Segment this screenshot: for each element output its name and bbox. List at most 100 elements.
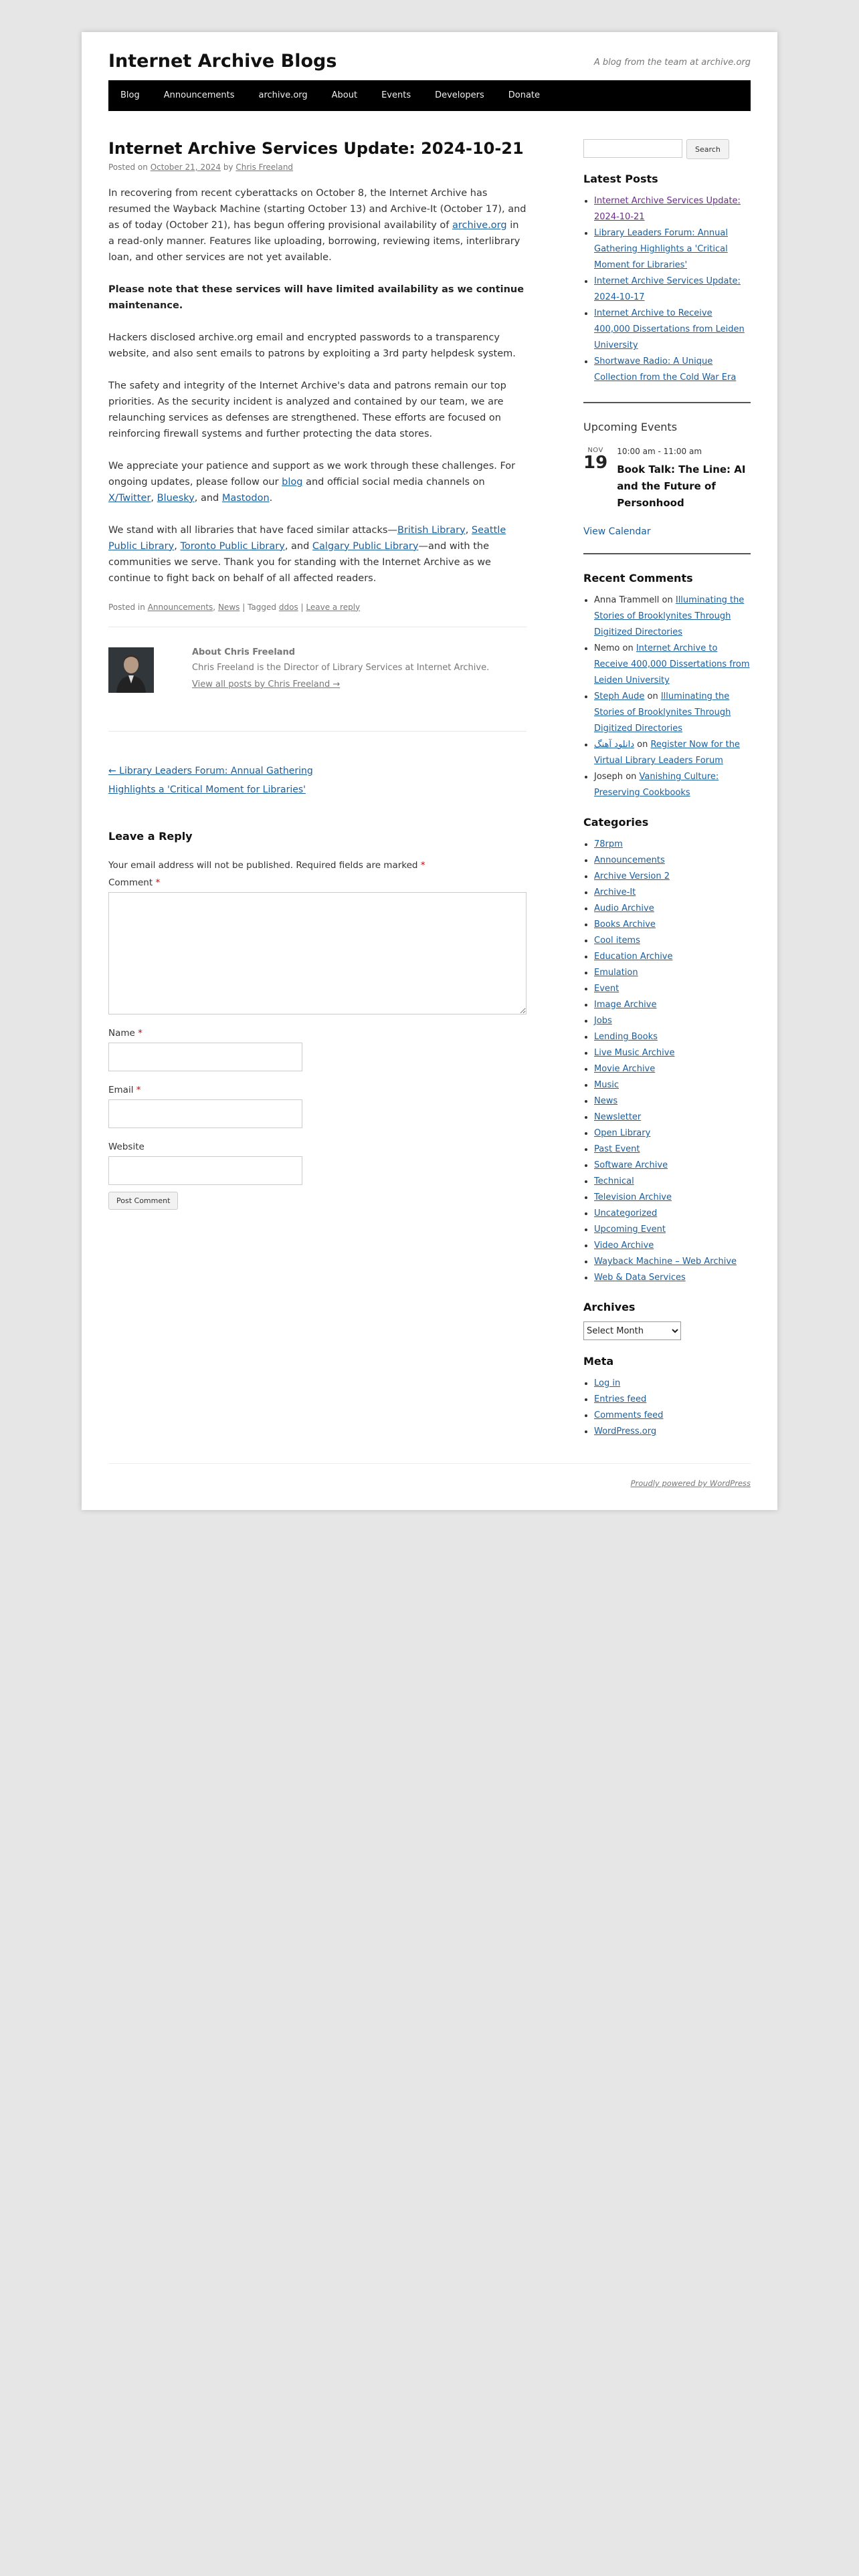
category-link[interactable]: Emulation — [594, 968, 638, 978]
archives-select[interactable]: Select Month — [583, 1321, 681, 1340]
meta-login-link[interactable]: Log in — [594, 1378, 620, 1388]
blog-link[interactable]: blog — [282, 477, 302, 488]
email-label: Email * — [108, 1084, 141, 1095]
event-date: NOV 19 — [583, 447, 607, 512]
meta-wordpress-link[interactable]: WordPress.org — [594, 1426, 656, 1436]
post-comment-button[interactable]: Post Comment — [108, 1191, 179, 1210]
post-navigation: ← Library Leaders Forum: Annual Gatherin… — [108, 762, 527, 799]
post-date-link[interactable]: October 21, 2024 — [151, 163, 221, 172]
nav-blog[interactable]: Blog — [108, 80, 152, 111]
website-input[interactable] — [108, 1156, 302, 1185]
leave-reply-link[interactable]: Leave a reply — [306, 603, 360, 612]
previous-post-link-continued[interactable]: Highlights a 'Critical Moment for Librar… — [108, 780, 527, 799]
site-title[interactable]: Internet Archive Blogs — [108, 51, 337, 72]
category-link-announcements[interactable]: Announcements — [148, 603, 213, 612]
author-description: About Chris Freeland Chris Freeland is t… — [192, 647, 513, 689]
category-link[interactable]: Technical — [594, 1176, 634, 1186]
comment-textarea[interactable] — [108, 891, 527, 1014]
category-link[interactable]: Video Archive — [594, 1241, 654, 1251]
nav-donate[interactable]: Donate — [496, 80, 552, 111]
latest-post-link[interactable]: Library Leaders Forum: Annual Gathering … — [594, 228, 728, 270]
meta-entries-feed-link[interactable]: Entries feed — [594, 1394, 646, 1404]
latest-post-link[interactable]: Shortwave Radio: A Unique Collection fro… — [594, 356, 736, 383]
list-item: News — [594, 1093, 751, 1109]
nav-archive-org[interactable]: archive.org — [246, 80, 319, 111]
category-link[interactable]: Upcoming Event — [594, 1224, 666, 1235]
meta-comments-feed-link[interactable]: Comments feed — [594, 1410, 663, 1420]
paragraph-notice: Please note that these services will hav… — [108, 284, 524, 311]
comment-author-link[interactable]: دانلود آهنگ — [594, 740, 634, 750]
category-link[interactable]: Music — [594, 1080, 619, 1090]
category-link[interactable]: Archive Version 2 — [594, 871, 670, 881]
category-link[interactable]: Wayback Machine – Web Archive — [594, 1257, 737, 1267]
post-author-link[interactable]: Chris Freeland — [235, 163, 293, 172]
category-link[interactable]: Education Archive — [594, 952, 673, 962]
archive-org-link[interactable]: archive.org — [452, 220, 507, 231]
category-link[interactable]: Lending Books — [594, 1032, 658, 1042]
x-twitter-link[interactable]: X/Twitter — [108, 493, 151, 504]
category-link[interactable]: News — [594, 1096, 617, 1106]
list-item: Uncategorized — [594, 1206, 751, 1222]
archives-widget: Archives Select Month — [583, 1301, 751, 1340]
reply-form: Leave a Reply Your email address will no… — [108, 830, 527, 1210]
category-link[interactable]: Archive-It — [594, 887, 636, 897]
event-title[interactable]: Book Talk: The Line: AI and the Future o… — [617, 461, 751, 512]
search-button[interactable]: Search — [686, 139, 729, 159]
category-link[interactable]: Live Music Archive — [594, 1048, 674, 1058]
category-link[interactable]: Movie Archive — [594, 1064, 655, 1074]
latest-post-link[interactable]: Internet Archive Services Update: 2024-1… — [594, 276, 741, 302]
category-link[interactable]: Image Archive — [594, 1000, 657, 1010]
list-item: Cool items — [594, 933, 751, 949]
category-link[interactable]: Uncategorized — [594, 1208, 657, 1218]
name-input[interactable] — [108, 1042, 302, 1071]
category-link[interactable]: Audio Archive — [594, 903, 654, 914]
nav-announcements[interactable]: Announcements — [152, 80, 247, 111]
comment-author-link[interactable]: Steph Aude — [594, 691, 644, 702]
category-link[interactable]: Software Archive — [594, 1160, 668, 1170]
category-link[interactable]: Books Archive — [594, 920, 656, 930]
powered-by-link[interactable]: Proudly powered by WordPress — [631, 1479, 751, 1488]
list-item: Internet Archive Services Update: 2024-1… — [594, 193, 751, 225]
tag-link-ddos[interactable]: ddos — [279, 603, 298, 612]
list-item: Web & Data Services — [594, 1270, 751, 1286]
list-item: Nemo on Internet Archive to Receive 400,… — [594, 641, 751, 689]
main-nav: Blog Announcements archive.org About Eve… — [108, 80, 751, 111]
list-item: Music — [594, 1077, 751, 1093]
list-item: Steph Aude on Illuminating the Stories o… — [594, 689, 751, 737]
author-about-heading: About Chris Freeland — [192, 647, 296, 657]
category-link[interactable]: Past Event — [594, 1144, 640, 1154]
british-library-link[interactable]: British Library — [397, 525, 466, 536]
nav-events[interactable]: Events — [369, 80, 423, 111]
category-link[interactable]: Web & Data Services — [594, 1273, 686, 1283]
category-link[interactable]: Open Library — [594, 1128, 650, 1138]
list-item: Internet Archive Services Update: 2024-1… — [594, 274, 751, 306]
event-time: 10:00 am - 11:00 am — [617, 447, 702, 456]
nav-developers[interactable]: Developers — [423, 80, 496, 111]
category-link[interactable]: 78rpm — [594, 839, 623, 849]
toronto-library-link[interactable]: Toronto Public Library — [180, 541, 284, 552]
search-input[interactable] — [583, 139, 682, 158]
author-photo-icon — [108, 647, 154, 693]
category-link[interactable]: Cool items — [594, 936, 640, 946]
email-input[interactable] — [108, 1099, 302, 1128]
category-link[interactable]: Jobs — [594, 1016, 612, 1026]
paragraph-safety: The safety and integrity of the Internet… — [108, 380, 506, 439]
category-link[interactable]: Announcements — [594, 855, 665, 865]
latest-post-link[interactable]: Internet Archive Services Update: 2024-1… — [594, 196, 741, 222]
category-link[interactable]: Newsletter — [594, 1112, 641, 1122]
list-item: Movie Archive — [594, 1061, 751, 1077]
bluesky-link[interactable]: Bluesky — [157, 493, 195, 504]
list-item: Anna Trammell on Illuminating the Storie… — [594, 593, 751, 641]
view-all-posts-link[interactable]: View all posts by Chris Freeland → — [192, 679, 340, 689]
event-day: 19 — [583, 453, 608, 473]
category-link[interactable]: Event — [594, 984, 619, 994]
category-link[interactable]: Television Archive — [594, 1192, 672, 1202]
previous-post-link[interactable]: ← Library Leaders Forum: Annual Gatherin… — [108, 762, 527, 780]
view-calendar-link[interactable]: View Calendar — [583, 526, 751, 537]
latest-post-link[interactable]: Internet Archive to Receive 400,000 Diss… — [594, 308, 745, 350]
mastodon-link[interactable]: Mastodon — [222, 493, 270, 504]
category-link-news[interactable]: News — [218, 603, 240, 612]
calgary-library-link[interactable]: Calgary Public Library — [312, 541, 419, 552]
nav-about[interactable]: About — [320, 80, 369, 111]
page-wrapper: Internet Archive Blogs A blog from the t… — [82, 32, 777, 1510]
